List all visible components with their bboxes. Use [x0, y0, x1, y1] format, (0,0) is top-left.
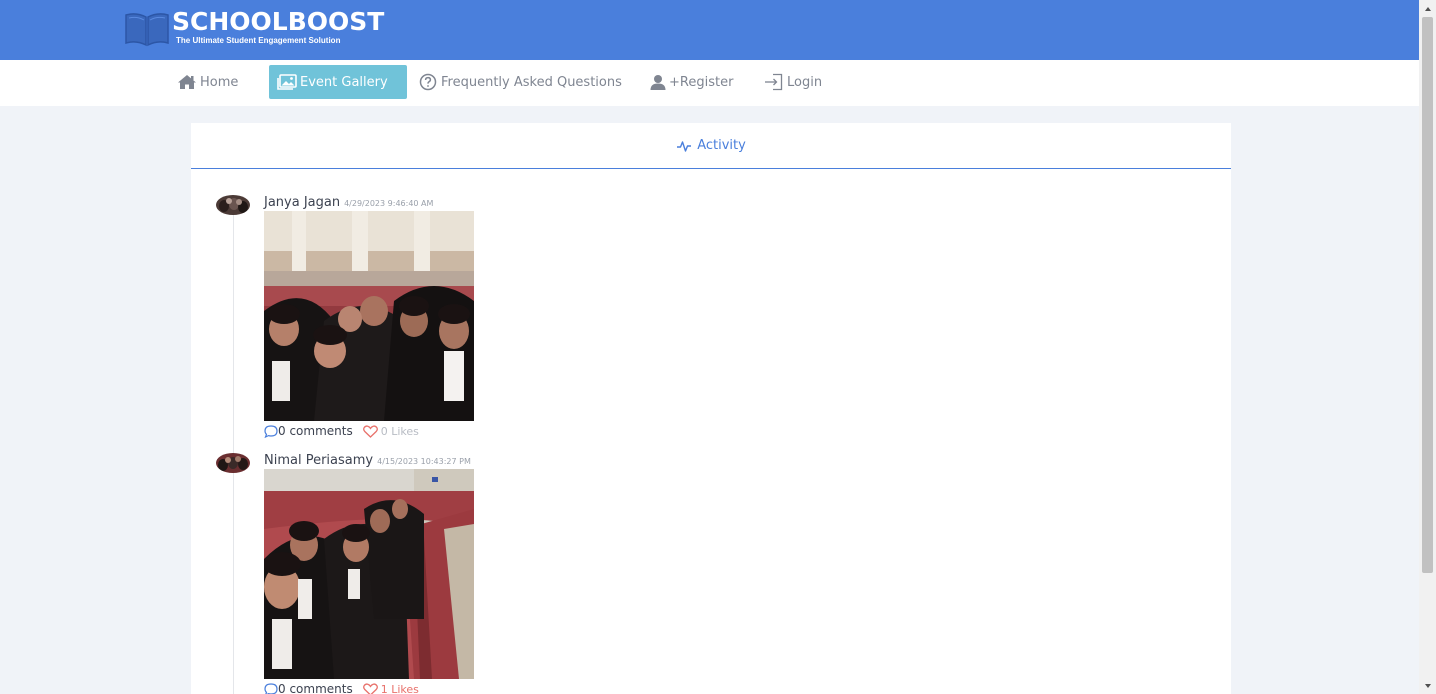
comments-button[interactable]: 0 comments — [264, 682, 353, 694]
comments-count: 0 comments — [278, 682, 353, 694]
comment-icon — [264, 682, 278, 694]
avatar[interactable] — [216, 195, 250, 215]
post-timestamp: 4/29/2023 9:46:40 AM — [344, 199, 434, 208]
activity-title: Activity — [697, 138, 746, 153]
post-author[interactable]: Nimal Periasamy — [264, 453, 373, 468]
brand-logo[interactable]: SCHOOLBOOST The Ultimate Student Engagem… — [124, 9, 384, 47]
scroll-down-arrow-icon[interactable] — [1419, 677, 1436, 694]
login-icon — [765, 73, 783, 91]
scroll-up-arrow-icon[interactable] — [1419, 0, 1436, 17]
event-photo[interactable] — [264, 211, 474, 421]
question-circle-icon — [419, 73, 437, 91]
gallery-icon — [277, 74, 297, 90]
heart-icon — [362, 682, 378, 694]
top-header-bar: SCHOOLBOOST The Ultimate Student Engagem… — [0, 0, 1419, 60]
like-button[interactable]: 1 Likes — [362, 682, 419, 694]
nav-faq-label: Frequently Asked Questions — [441, 74, 622, 90]
post-author[interactable]: Janya Jagan — [264, 195, 340, 210]
likes-count: 1 Likes — [380, 682, 419, 694]
nav-event-gallery-label: Event Gallery — [300, 74, 388, 90]
heart-icon — [362, 424, 378, 438]
event-photo[interactable] — [264, 469, 474, 679]
activity-card: Activity Janya Jagan 4/29/2023 9:46:40 A… — [191, 123, 1231, 694]
nav-login[interactable]: Login — [764, 65, 822, 99]
user-icon — [650, 75, 666, 90]
activity-pulse-icon — [677, 140, 692, 152]
nav-faq[interactable]: Frequently Asked Questions — [419, 65, 622, 99]
like-button[interactable]: 0 Likes — [362, 424, 419, 438]
main-navigation: Home Event Gallery Frequently Asked Ques… — [0, 60, 1419, 106]
brand-tagline: The Ultimate Student Engagement Solution — [176, 36, 341, 45]
comments-count: 0 comments — [278, 424, 353, 438]
open-book-icon — [125, 13, 169, 47]
comments-button[interactable]: 0 comments — [264, 424, 353, 438]
nav-event-gallery[interactable]: Event Gallery — [269, 65, 407, 99]
nav-register-label: +Register — [669, 74, 734, 90]
avatar[interactable] — [216, 453, 250, 473]
activity-header: Activity — [191, 123, 1231, 169]
post-timestamp: 4/15/2023 10:43:27 PM — [377, 457, 471, 466]
nav-home-label: Home — [200, 74, 239, 90]
nav-register[interactable]: +Register — [650, 65, 733, 99]
scrollbar-thumb[interactable] — [1422, 17, 1433, 573]
page-scrollbar[interactable] — [1419, 0, 1436, 694]
comment-icon — [264, 424, 278, 438]
home-icon — [178, 75, 196, 89]
brand-title: SCHOOLBOOST — [172, 7, 385, 36]
likes-count: 0 Likes — [380, 424, 419, 438]
nav-home[interactable]: Home — [177, 65, 238, 99]
nav-login-label: Login — [787, 74, 823, 90]
